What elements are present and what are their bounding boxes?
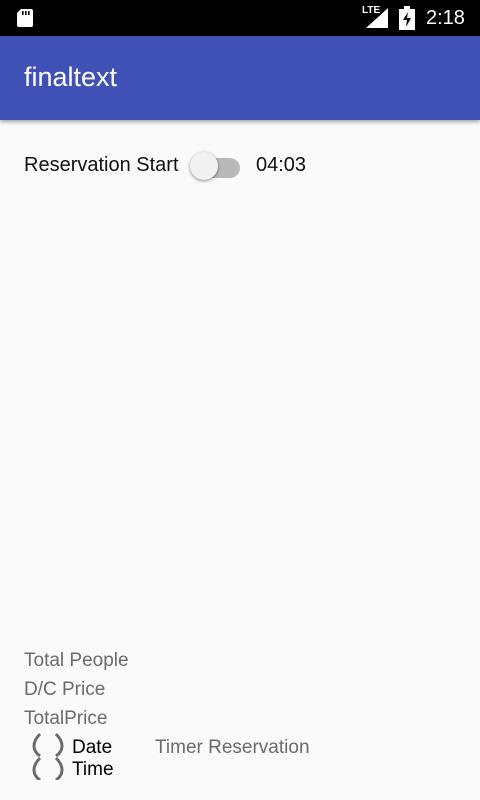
reservation-time: 04:03 [256, 154, 307, 176]
total-price-label: TotalPrice [24, 708, 108, 729]
total-people-label: Total People [24, 650, 129, 671]
app-title: finaltext [24, 62, 118, 92]
timer-reservation-label[interactable]: Timer Reservation [155, 737, 310, 759]
date-label[interactable]: Date [72, 737, 112, 759]
time-label[interactable]: Time [72, 759, 114, 781]
reservation-toggle[interactable] [188, 150, 244, 182]
dc-price-label: D/C Price [24, 679, 106, 700]
status-clock: 2:18 [426, 7, 465, 29]
signal-icon [366, 8, 388, 28]
sd-card-icon [17, 9, 33, 27]
toggle-thumb [190, 152, 218, 180]
app-bar: finaltext [0, 36, 480, 120]
date-time-picker-icon[interactable] [30, 732, 66, 780]
status-bar: LTE 2:18 [0, 0, 480, 36]
reservation-start-label: Reservation Start [24, 154, 179, 176]
battery-charging-icon [399, 6, 415, 30]
